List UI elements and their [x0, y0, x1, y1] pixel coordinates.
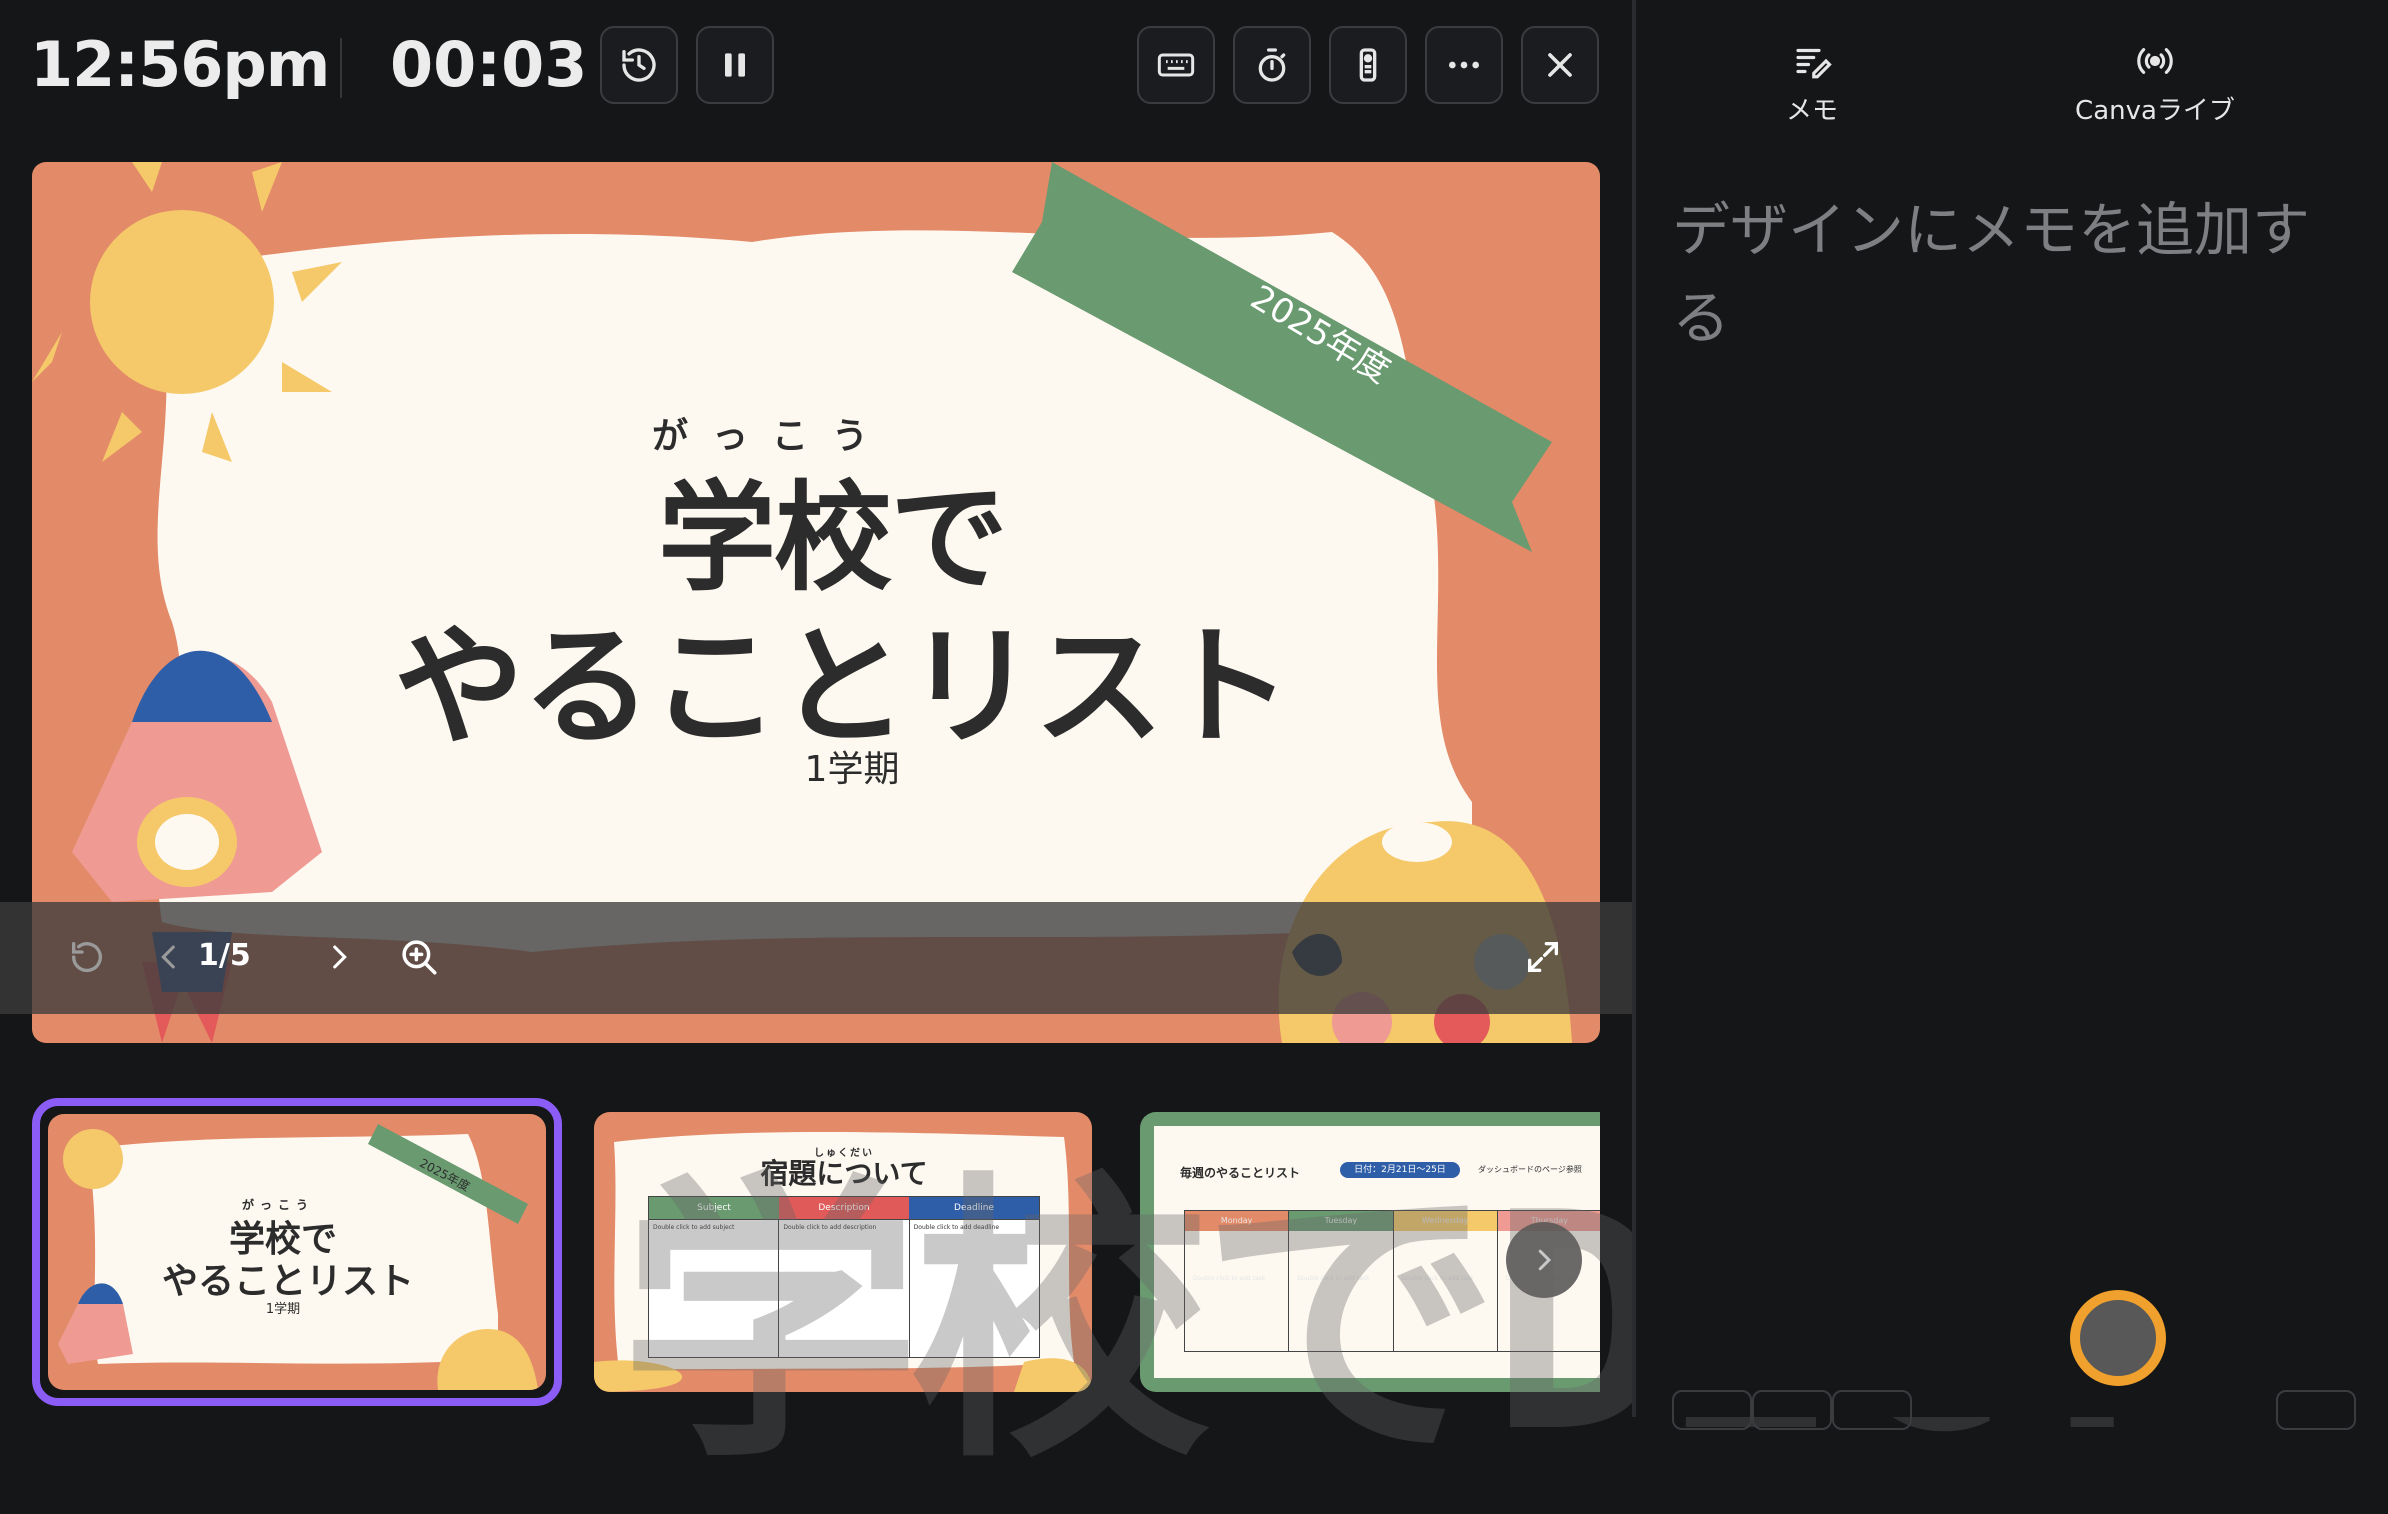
more-icon: [1449, 61, 1479, 69]
more-options-button[interactable]: [1425, 26, 1503, 104]
zoom-in-icon: [402, 940, 437, 975]
page-indicator: 1/5: [198, 938, 251, 973]
tab-notes[interactable]: メモ: [1682, 40, 1942, 127]
timer-button[interactable]: [1233, 26, 1311, 104]
keyboard-icon: [1157, 53, 1195, 77]
next-slide-button[interactable]: [314, 932, 364, 982]
zoom-button[interactable]: [394, 932, 444, 982]
reset-timer-button[interactable]: [600, 26, 678, 104]
close-button[interactable]: [1521, 26, 1599, 104]
notes-placeholder[interactable]: デザインにメモを追加する: [1672, 186, 2352, 362]
current-time: 12:56pm: [30, 28, 330, 101]
broadcast-icon: [2137, 48, 2173, 74]
remote-icon: [1359, 48, 1377, 82]
chevron-right-icon: [333, 945, 347, 969]
bottom-button[interactable]: [2276, 1390, 2356, 1430]
expand-icon: [1528, 942, 1558, 972]
bottom-button[interactable]: [1832, 1390, 1912, 1430]
previous-slide-button[interactable]: [144, 932, 194, 982]
close-icon: [1548, 53, 1572, 77]
keyboard-shortcuts-button[interactable]: [1137, 26, 1215, 104]
bottom-button[interactable]: [1752, 1390, 1832, 1430]
notes-icon: [1796, 48, 1832, 79]
slide-controls: 1/5: [0, 902, 1632, 1014]
tab-canva-live[interactable]: Canvaライブ: [2025, 40, 2285, 127]
pause-button[interactable]: [696, 26, 774, 104]
remote-control-button[interactable]: [1329, 26, 1407, 104]
elapsed-timer: 00:03: [390, 28, 588, 101]
thumb1-title2: やることリスト: [161, 1261, 414, 1302]
tab-canva-live-label: Canvaライブ: [2075, 96, 2235, 126]
thumbnail-slide-1[interactable]: 2025年度 がっこう 学校で やることリスト 1学期: [48, 1114, 546, 1390]
tab-notes-label: メモ: [1785, 96, 1838, 126]
divider: [340, 38, 342, 98]
fullscreen-button[interactable]: [1518, 932, 1568, 982]
chevron-left-icon: [161, 945, 175, 969]
cursor-indicator: [2070, 1290, 2166, 1386]
stopwatch-icon: [1258, 48, 1286, 82]
restart-icon: [71, 942, 102, 973]
slide-subtitle: 1学期: [804, 749, 900, 790]
restart-button[interactable]: [62, 932, 112, 982]
history-icon: [622, 48, 656, 82]
thumb1-subtitle: 1学期: [265, 1302, 301, 1317]
notes-panel: メモ Canvaライブ デザインにメモを追加する: [1636, 0, 2388, 1417]
bottom-button[interactable]: [1672, 1390, 1752, 1430]
pause-icon: [725, 53, 745, 77]
